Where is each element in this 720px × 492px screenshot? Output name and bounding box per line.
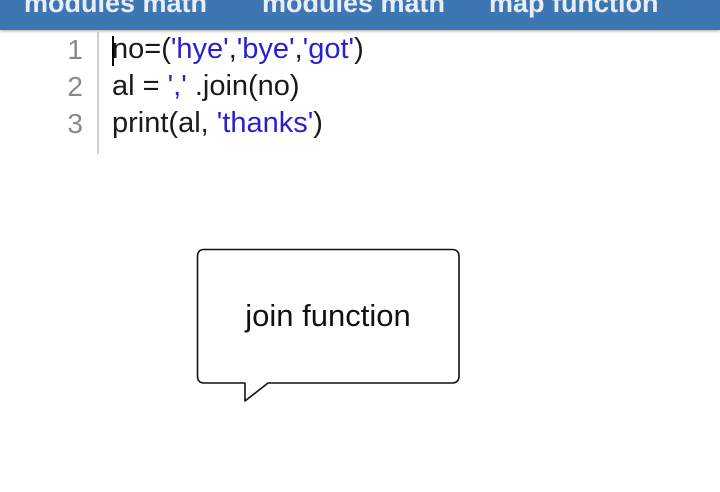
tab-modules-math-1[interactable]: modules math [24, 0, 207, 20]
code-token: print(al, [112, 107, 217, 139]
string-literal: ',' [167, 70, 187, 102]
line-number: 1 [67, 34, 83, 65]
tab-map-function[interactable]: map function [489, 0, 659, 20]
tab-bar: modules math modules math map function [0, 0, 720, 30]
tooltip-text: join function [245, 298, 411, 333]
string-literal: 'got' [302, 33, 355, 65]
line-number: 3 [67, 108, 83, 139]
app-screen: modules math modules math map function 1… [0, 0, 720, 492]
tooltip-bubble: join function [196, 248, 462, 404]
tab-modules-math-2[interactable]: modules math [262, 0, 445, 20]
line-number: 2 [67, 71, 83, 102]
code-line[interactable]: no=('hye','bye','got') [112, 31, 364, 68]
code-token: no=( [112, 33, 171, 65]
string-literal: 'hye' [170, 33, 229, 65]
code-token: ) [313, 107, 323, 139]
code-token: .join(no) [186, 70, 300, 102]
code-token: al = [112, 70, 168, 102]
code-editor[interactable]: 1 2 3 no=('hye','bye','got') al = ',' .j… [0, 30, 720, 160]
string-literal: 'thanks' [216, 107, 314, 139]
string-literal: 'bye' [236, 33, 295, 65]
code-line[interactable]: al = ',' .join(no) [112, 68, 300, 105]
code-token: , [294, 33, 303, 65]
code-line[interactable]: print(al, 'thanks') [112, 105, 323, 142]
code-token: , [228, 33, 237, 65]
code-token: ) [354, 33, 364, 65]
line-number-gutter: 1 2 3 [0, 30, 99, 154]
